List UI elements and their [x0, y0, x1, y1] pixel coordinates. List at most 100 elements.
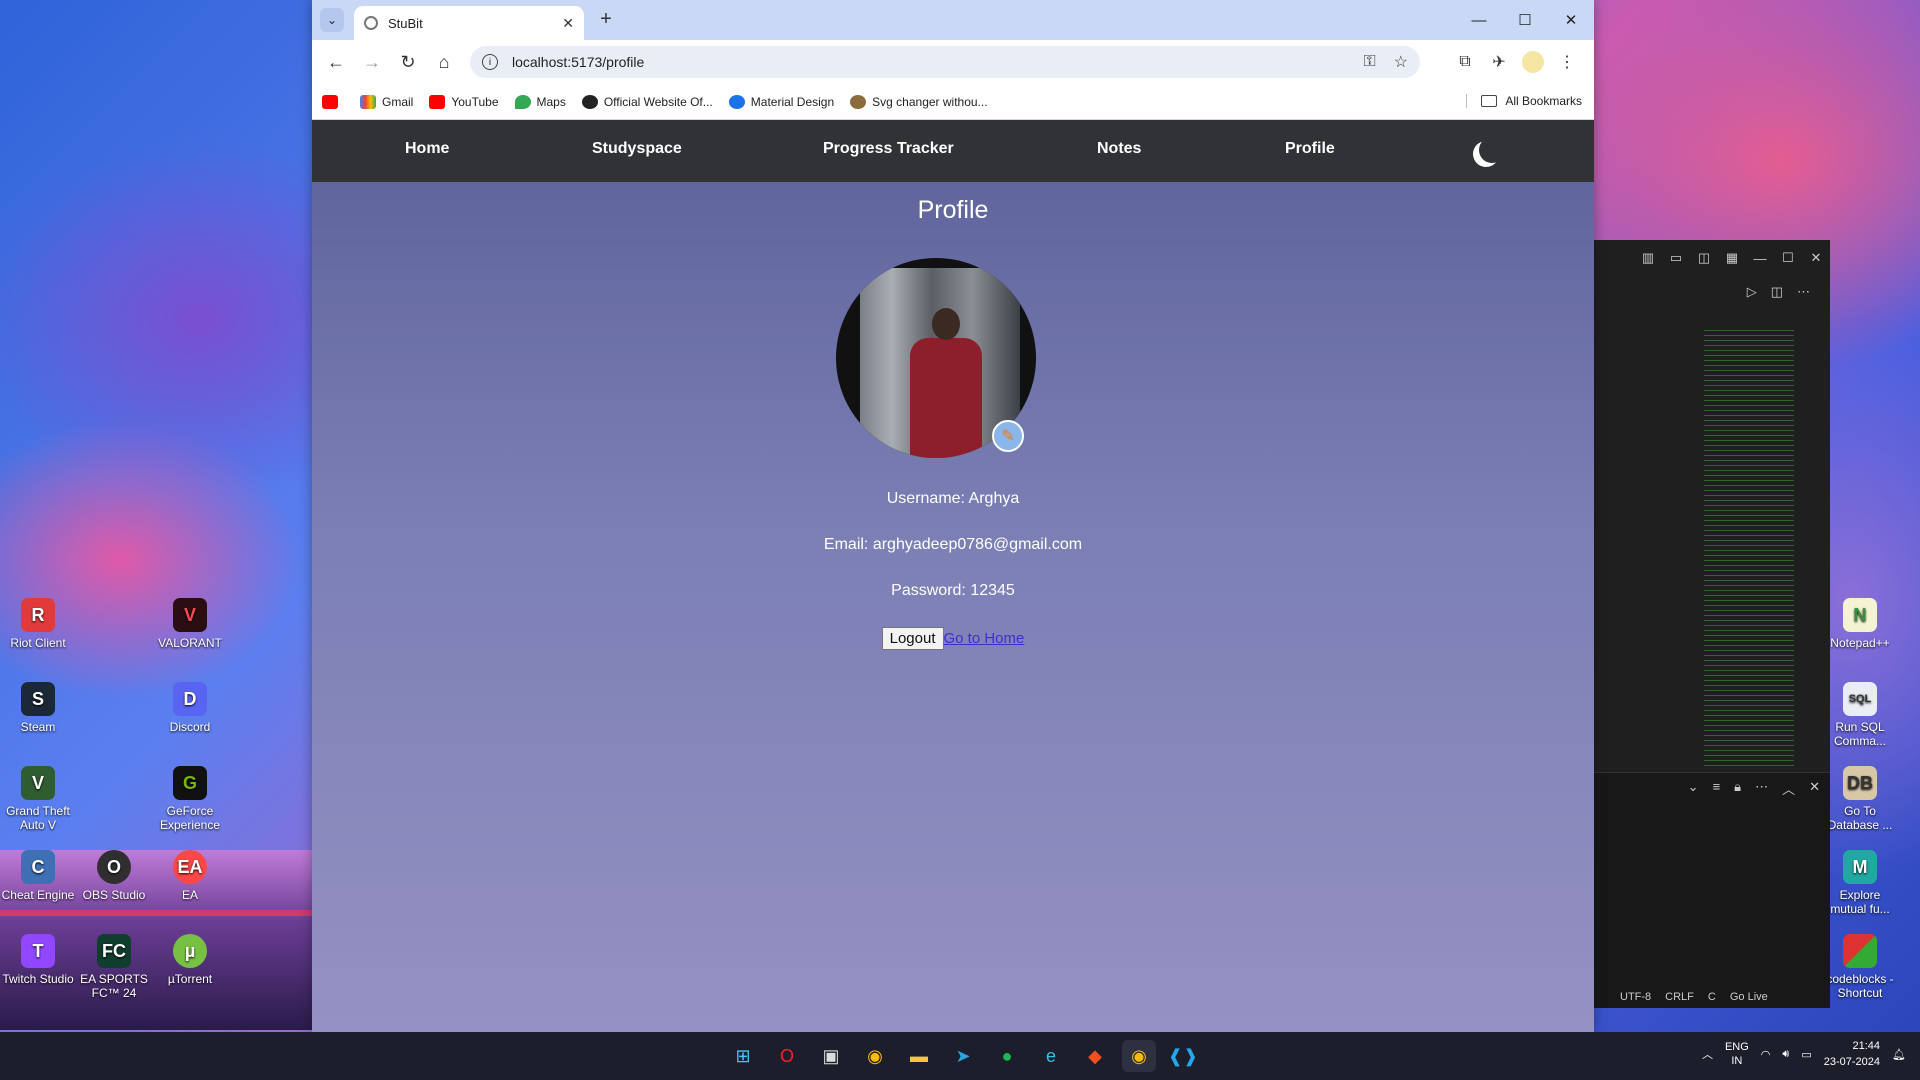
bookmark-material-design[interactable]: Material Design	[728, 94, 834, 109]
encoding-status[interactable]: UTF-8	[1620, 991, 1651, 1003]
nav-progress-tracker[interactable]: Progress Tracker	[823, 140, 954, 158]
bookmark-gmail[interactable]: Gmail	[360, 94, 413, 109]
volume-icon[interactable]: 🔊︎	[1782, 1048, 1789, 1061]
desktop-icon-run-sql[interactable]: SQL Run SQL Comma...	[1822, 682, 1898, 748]
clock[interactable]: 21:44 23-07-2024	[1824, 1038, 1880, 1070]
language-status[interactable]: C	[1708, 991, 1716, 1003]
chrome-icon[interactable]: ◉	[858, 1040, 892, 1072]
minimize-icon[interactable]: —	[1456, 0, 1502, 40]
desktop-icon-geforce[interactable]: G GeForce Experience	[152, 766, 228, 832]
desktop-icon-ea-sports-fc[interactable]: FC EA SPORTS FC™ 24	[76, 934, 152, 1000]
vscode-panel[interactable]: ⌄ ≡ 🔒︎ ⋯ ︿ ✕	[1594, 772, 1830, 1008]
site-info-icon[interactable]: i	[482, 54, 498, 70]
desktop-icon-cheat-engine[interactable]: C Cheat Engine	[0, 850, 76, 902]
tab-search-button[interactable]: ⌄	[320, 8, 344, 32]
vscode-minimap[interactable]	[1704, 330, 1794, 770]
nav-profile[interactable]: Profile	[1285, 140, 1335, 158]
desktop-icon-obs-studio[interactable]: O OBS Studio	[76, 850, 152, 902]
cheat-engine-icon: C	[21, 850, 55, 884]
web-page: Home Studyspace Progress Tracker Notes P…	[312, 120, 1594, 1032]
nav-home[interactable]: Home	[405, 140, 449, 158]
close-window-icon[interactable]: ✕	[1548, 0, 1594, 40]
moon-icon[interactable]	[1479, 137, 1505, 163]
wifi-icon[interactable]: ◠	[1761, 1048, 1771, 1061]
panel-icon[interactable]: ▭	[1662, 250, 1690, 266]
bookmark-youtube-icon-only[interactable]	[322, 94, 344, 109]
bookmark-svg-changer[interactable]: Svg changer withou...	[850, 94, 988, 109]
language-indicator[interactable]: ENG IN	[1725, 1040, 1749, 1068]
vscode-window[interactable]: ▥ ▭ ◫ ▦ — ☐ ✕ ▷ ◫ ⋯ ⌄ ≡ 🔒︎ ⋯ ︿ ✕ UTF-8 C…	[1594, 240, 1830, 1008]
maximize-icon[interactable]: ☐	[1774, 250, 1802, 266]
show-hidden-icons[interactable]: ︿	[1702, 1046, 1713, 1062]
edge-icon[interactable]: e	[1034, 1040, 1068, 1072]
notification-bell-icon[interactable]: 🔔︎	[1892, 1048, 1906, 1061]
chevron-up-icon[interactable]: ︿	[1782, 779, 1795, 798]
more-icon[interactable]: ⋯	[1755, 779, 1768, 798]
spotify-icon[interactable]: ●	[990, 1040, 1024, 1072]
maximize-icon[interactable]: ☐	[1502, 0, 1548, 40]
desktop-icon-utorrent[interactable]: µ µTorrent	[152, 934, 228, 986]
url-text[interactable]: localhost:5173/profile	[512, 54, 1345, 70]
desktop-icon-steam[interactable]: S Steam	[0, 682, 76, 734]
battery-icon[interactable]: ▭	[1801, 1048, 1811, 1061]
back-icon[interactable]: ←	[318, 44, 354, 80]
go-live-button[interactable]: Go Live	[1730, 991, 1768, 1003]
opera-icon[interactable]: O	[770, 1040, 804, 1072]
figma-icon[interactable]: ◆	[1078, 1040, 1112, 1072]
nav-notes[interactable]: Notes	[1097, 140, 1141, 158]
list-icon[interactable]: ≡	[1713, 779, 1721, 798]
vscode-icon[interactable]: ❰❱	[1166, 1040, 1200, 1072]
home-icon[interactable]: ⌂	[426, 44, 462, 80]
desktop-icon-codeblocks[interactable]: codeblocks - Shortcut	[1822, 934, 1898, 1000]
store-icon[interactable]: ▣	[814, 1040, 848, 1072]
more-icon[interactable]: ⋯	[1797, 284, 1810, 300]
desktop-icon-notepad-plus-plus[interactable]: N Notepad++	[1822, 598, 1898, 650]
split-editor-icon[interactable]: ◫	[1771, 284, 1783, 300]
browser-window[interactable]: ⌄ StuBit ✕ + — ☐ ✕ ← → ↻ ⌂ i localhost:5…	[312, 0, 1594, 1032]
reload-icon[interactable]: ↻	[390, 44, 426, 80]
browser-tab[interactable]: StuBit ✕	[354, 6, 584, 40]
desktop-icon-twitch-studio[interactable]: T Twitch Studio	[0, 934, 76, 986]
close-icon[interactable]: ✕	[1802, 250, 1830, 266]
bookmark-official-website[interactable]: Official Website Of...	[581, 94, 713, 109]
nav-studyspace[interactable]: Studyspace	[592, 140, 682, 158]
telegram-icon[interactable]: ➤	[946, 1040, 980, 1072]
close-tab-icon[interactable]: ✕	[562, 15, 574, 32]
split-icon[interactable]: ◫	[1690, 250, 1718, 266]
layout-icon[interactable]: ▥	[1634, 250, 1662, 266]
desktop-icon-go-to-database[interactable]: DB Go To Database ...	[1822, 766, 1898, 832]
extensions-icon[interactable]: ⧉	[1448, 46, 1482, 78]
file-explorer-icon[interactable]: ▬	[902, 1040, 936, 1072]
desktop-icon-valorant[interactable]: V VALORANT	[152, 598, 228, 650]
chevron-down-icon[interactable]: ⌄	[1688, 779, 1699, 798]
bookmark-maps[interactable]: Maps	[514, 94, 566, 109]
profile-actions: Logout Go to Home	[312, 627, 1594, 650]
menu-icon[interactable]: ⋮	[1550, 46, 1584, 78]
run-icon[interactable]: ▷	[1747, 284, 1757, 300]
desktop-icon-discord[interactable]: D Discord	[152, 682, 228, 734]
bookmark-youtube[interactable]: YouTube	[429, 94, 499, 109]
chrome-active-icon[interactable]: ◉	[1122, 1040, 1156, 1072]
close-icon[interactable]: ✕	[1809, 779, 1820, 798]
password-key-icon[interactable]: ⚿	[1363, 53, 1375, 71]
profile-avatar[interactable]	[1522, 51, 1544, 73]
desktop-icon-explore-mutual-funds[interactable]: M Explore mutual fu...	[1822, 850, 1898, 916]
edit-picture-button[interactable]: ✎	[992, 420, 1024, 452]
go-to-home-link[interactable]: Go to Home	[944, 630, 1025, 647]
windows-start-icon[interactable]: ⊞	[726, 1040, 760, 1072]
address-bar[interactable]: i localhost:5173/profile ⚿ ☆	[470, 46, 1420, 78]
bookmark-star-icon[interactable]: ☆	[1394, 52, 1408, 72]
new-tab-button[interactable]: +	[594, 8, 618, 31]
ea-sports-fc-icon: FC	[97, 934, 131, 968]
forward-icon[interactable]: →	[354, 44, 390, 80]
all-bookmarks-button[interactable]: All Bookmarks	[1466, 94, 1582, 108]
desktop-icon-gta-v[interactable]: V Grand Theft Auto V	[0, 766, 76, 832]
eol-status[interactable]: CRLF	[1665, 991, 1694, 1003]
lock-icon[interactable]: 🔒︎	[1734, 779, 1741, 798]
extension-icon[interactable]: ✈	[1482, 46, 1516, 78]
desktop-icon-riot-client[interactable]: R Riot Client	[0, 598, 76, 650]
minimize-icon[interactable]: —	[1746, 251, 1774, 266]
logout-button[interactable]: Logout	[881, 627, 944, 650]
grid-icon[interactable]: ▦	[1718, 250, 1746, 266]
desktop-icon-ea[interactable]: EA EA	[152, 850, 228, 902]
